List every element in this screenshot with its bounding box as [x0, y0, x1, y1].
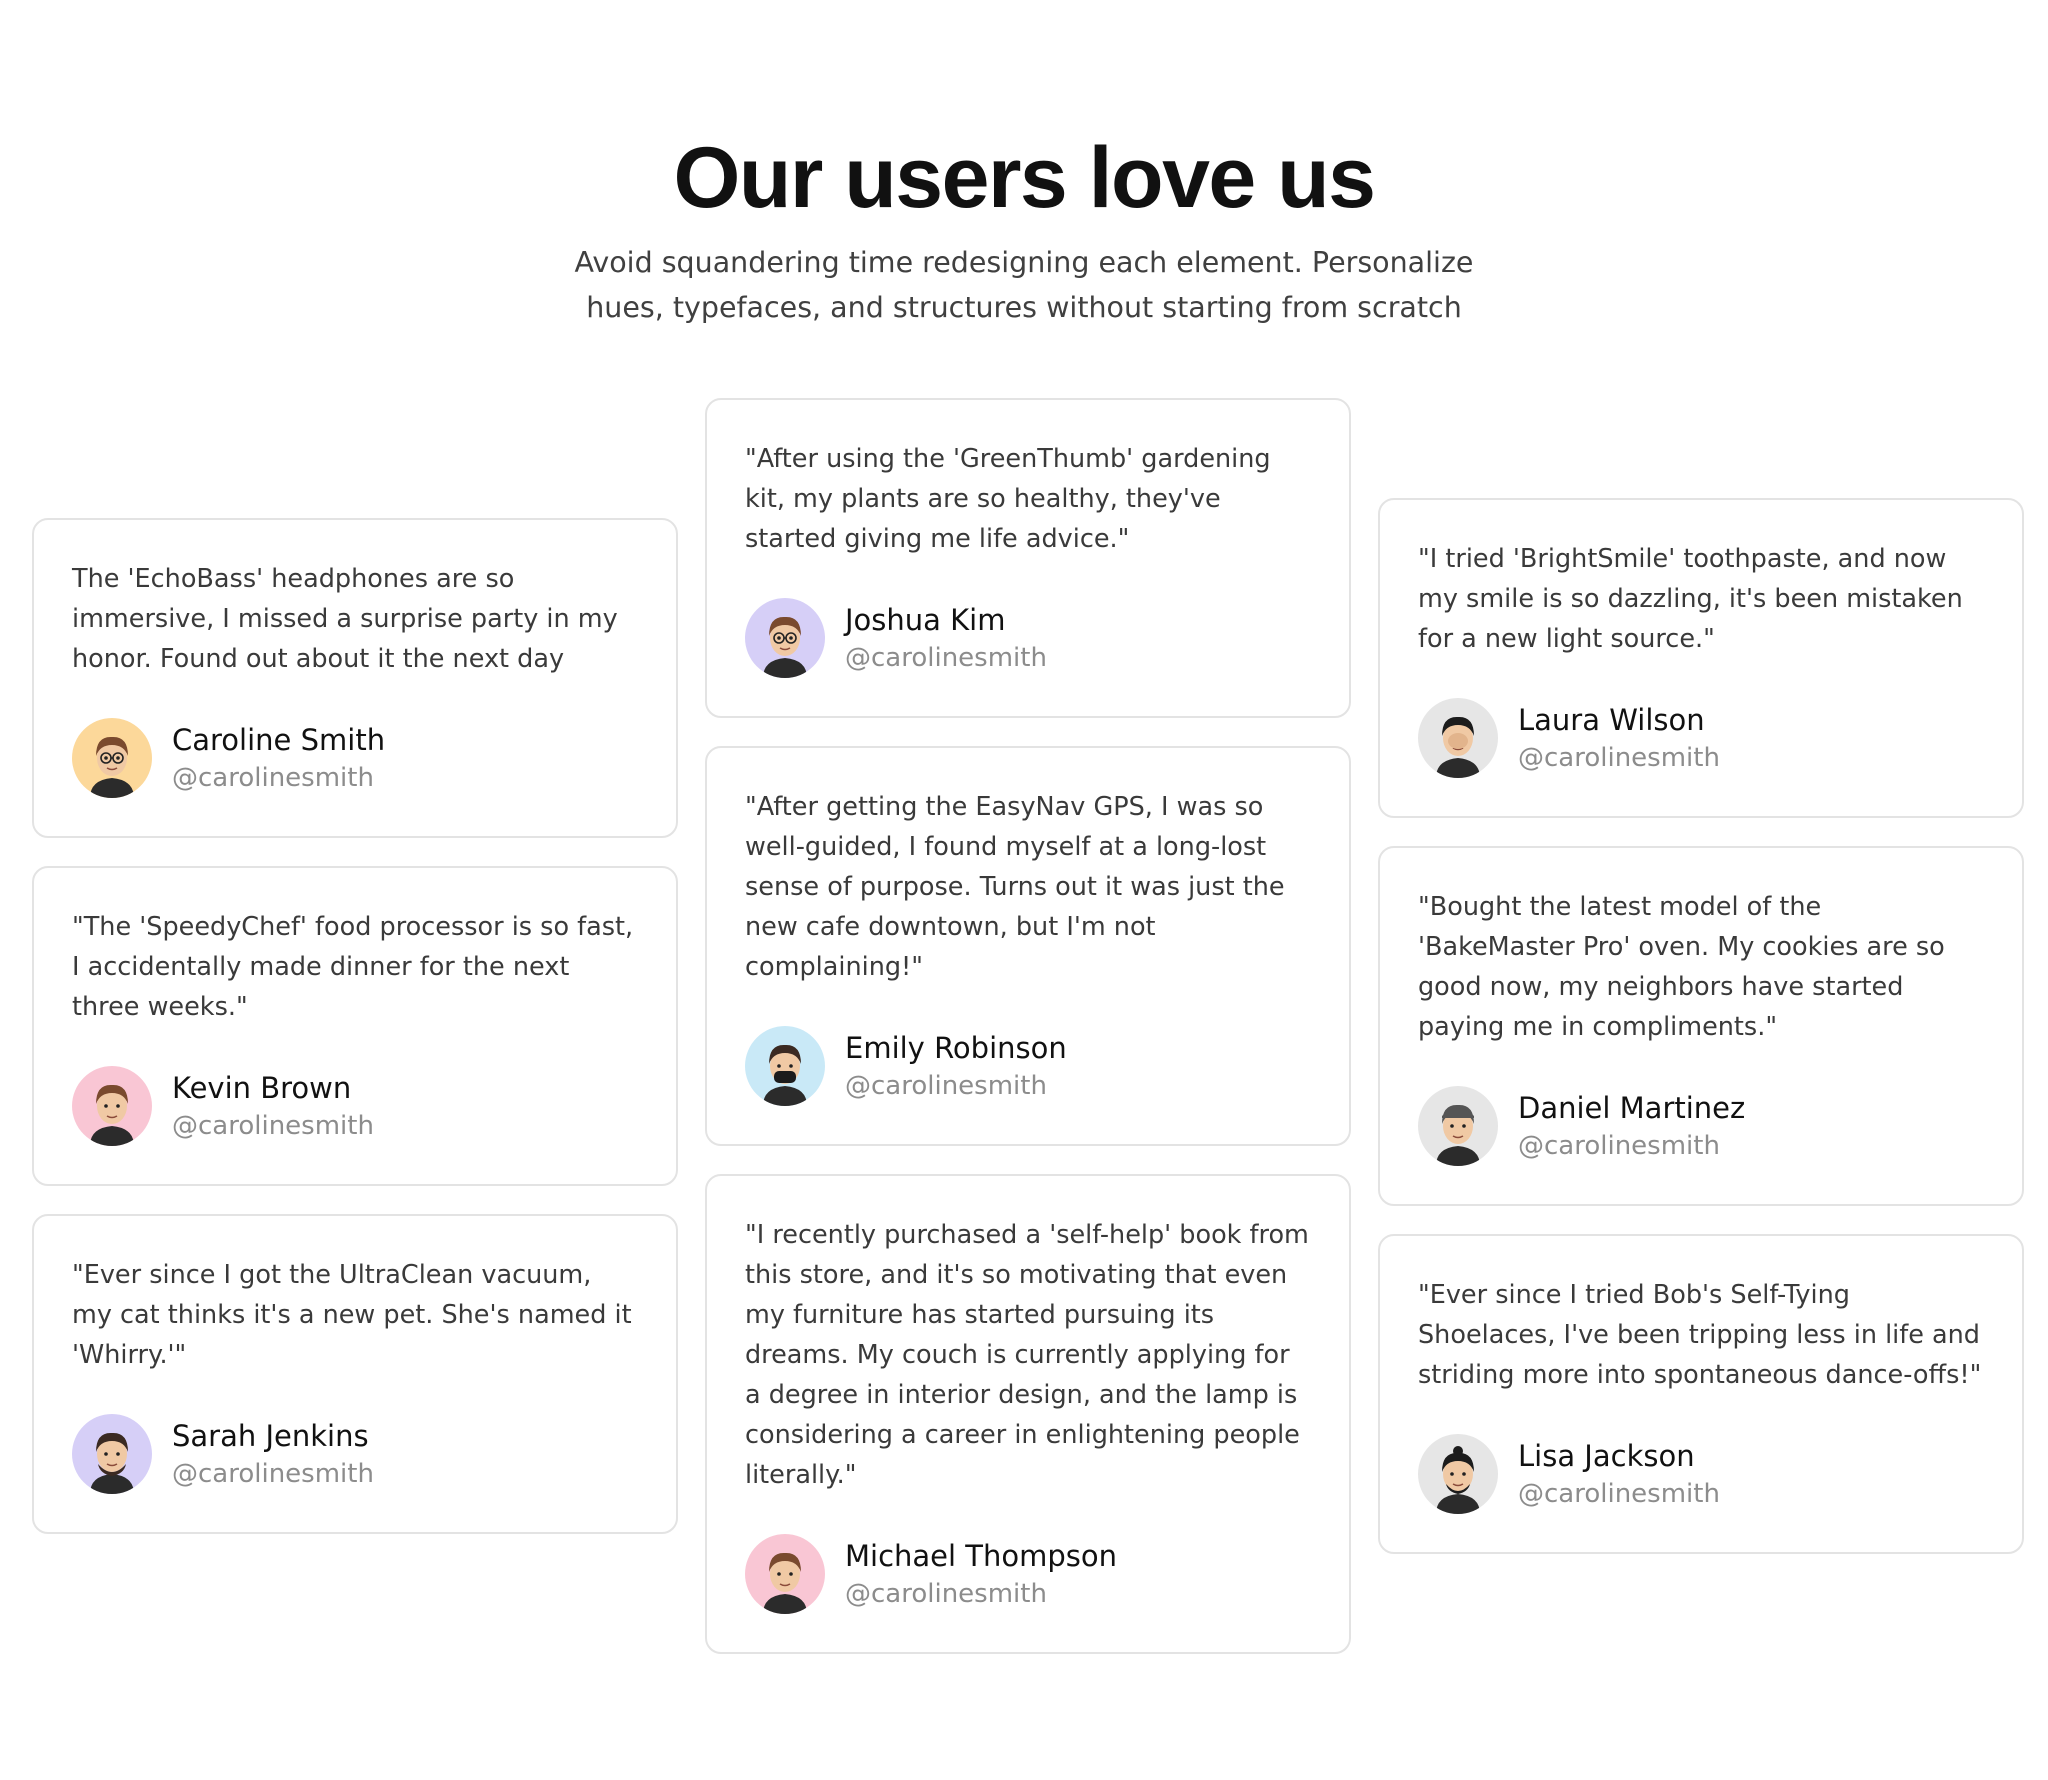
author-info: Caroline Smith @carolinesmith: [172, 720, 385, 796]
testimonial-card: The 'EchoBass' headphones are so immersi…: [32, 518, 678, 838]
author-info: Lisa Jackson @carolinesmith: [1518, 1436, 1720, 1512]
memoji-man-cap-icon: [1418, 1086, 1498, 1166]
author-name: Caroline Smith: [172, 723, 386, 757]
testimonial-author: Laura Wilson @carolinesmith: [1418, 698, 1984, 778]
author-handle: @carolinesmith: [172, 1459, 374, 1489]
author-name: Lisa Jackson: [1518, 1439, 1695, 1473]
author-handle: @carolinesmith: [172, 1111, 374, 1141]
author-name: Laura Wilson: [1518, 703, 1705, 737]
author-name: Kevin Brown: [172, 1071, 352, 1105]
testimonial-author: Joshua Kim @carolinesmith: [745, 598, 1311, 678]
author-info: Joshua Kim @carolinesmith: [845, 600, 1047, 676]
testimonial-quote: "After getting the EasyNav GPS, I was so…: [745, 792, 1285, 982]
testimonial-card: "Bought the latest model of the 'BakeMas…: [1378, 846, 2024, 1206]
testimonial-quote: The 'EchoBass' headphones are so immersi…: [72, 564, 618, 674]
memoji-facepalm-icon: [1418, 698, 1498, 778]
testimonial-card: "After getting the EasyNav GPS, I was so…: [705, 746, 1351, 1146]
testimonial-author: Emily Robinson @carolinesmith: [745, 1026, 1311, 1106]
author-info: Emily Robinson @carolinesmith: [845, 1028, 1067, 1104]
testimonial-card: "The 'SpeedyChef' food processor is so f…: [32, 866, 678, 1186]
testimonial-author: Caroline Smith @carolinesmith: [72, 718, 638, 798]
testimonial-column-2: "After using the 'GreenThumb' gardening …: [705, 398, 1351, 1682]
author-handle: @carolinesmith: [845, 1579, 1047, 1609]
memoji-woman-glasses-icon: [72, 718, 152, 798]
author-name: Michael Thompson: [845, 1539, 1118, 1573]
testimonial-column-3: "I tried 'BrightSmile' toothpaste, and n…: [1378, 498, 2024, 1582]
author-name: Emily Robinson: [845, 1031, 1067, 1065]
author-handle: @carolinesmith: [172, 763, 374, 793]
testimonial-author: Michael Thompson @carolinesmith: [745, 1534, 1311, 1614]
testimonial-author: Daniel Martinez @carolinesmith: [1418, 1086, 1984, 1166]
author-handle: @carolinesmith: [845, 1071, 1047, 1101]
testimonial-quote: "Bought the latest model of the 'BakeMas…: [1418, 892, 1945, 1042]
memoji-woman-thumbs-up-icon: [72, 1066, 152, 1146]
author-handle: @carolinesmith: [1518, 743, 1720, 773]
testimonial-card: "Ever since I got the UltraClean vacuum,…: [32, 1214, 678, 1534]
memoji-man-beard-icon: [72, 1414, 152, 1494]
author-handle: @carolinesmith: [1518, 1479, 1720, 1509]
testimonial-author: Lisa Jackson @carolinesmith: [1418, 1434, 1984, 1514]
author-handle: @carolinesmith: [1518, 1131, 1720, 1161]
testimonial-quote: "I recently purchased a 'self-help' book…: [745, 1220, 1309, 1490]
testimonial-author: Sarah Jenkins @carolinesmith: [72, 1414, 638, 1494]
author-name: Joshua Kim: [845, 603, 1006, 637]
author-info: Laura Wilson @carolinesmith: [1518, 700, 1720, 776]
author-name: Daniel Martinez: [1518, 1091, 1746, 1125]
author-info: Michael Thompson @carolinesmith: [845, 1536, 1117, 1612]
testimonial-quote: "The 'SpeedyChef' food processor is so f…: [72, 912, 634, 1022]
testimonial-quote: "After using the 'GreenThumb' gardening …: [745, 444, 1271, 554]
author-info: Daniel Martinez @carolinesmith: [1518, 1088, 1745, 1164]
page-subtitle: Avoid squandering time redesigning each …: [574, 246, 1474, 324]
memoji-man-bun-icon: [1418, 1434, 1498, 1514]
memoji-man-glasses-peace-icon: [745, 598, 825, 678]
testimonial-card: "I tried 'BrightSmile' toothpaste, and n…: [1378, 498, 2024, 818]
author-info: Kevin Brown @carolinesmith: [172, 1068, 374, 1144]
author-handle: @carolinesmith: [845, 643, 1047, 673]
author-name: Sarah Jenkins: [172, 1419, 369, 1453]
page-title: Our users love us: [673, 130, 1376, 226]
testimonial-card: "Ever since I tried Bob's Self-Tying Sho…: [1378, 1234, 2024, 1554]
testimonial-quote: "I tried 'BrightSmile' toothpaste, and n…: [1418, 544, 1963, 654]
memoji-man-mask-icon: [745, 1026, 825, 1106]
testimonial-quote: "Ever since I tried Bob's Self-Tying Sho…: [1418, 1280, 1982, 1390]
memoji-woman-wave-icon: [745, 1534, 825, 1614]
testimonial-quote: "Ever since I got the UltraClean vacuum,…: [72, 1260, 632, 1370]
testimonial-column-1: The 'EchoBass' headphones are so immersi…: [32, 518, 678, 1562]
author-info: Sarah Jenkins @carolinesmith: [172, 1416, 374, 1492]
testimonial-card: "I recently purchased a 'self-help' book…: [705, 1174, 1351, 1654]
testimonial-author: Kevin Brown @carolinesmith: [72, 1066, 638, 1146]
testimonial-card: "After using the 'GreenThumb' gardening …: [705, 398, 1351, 718]
